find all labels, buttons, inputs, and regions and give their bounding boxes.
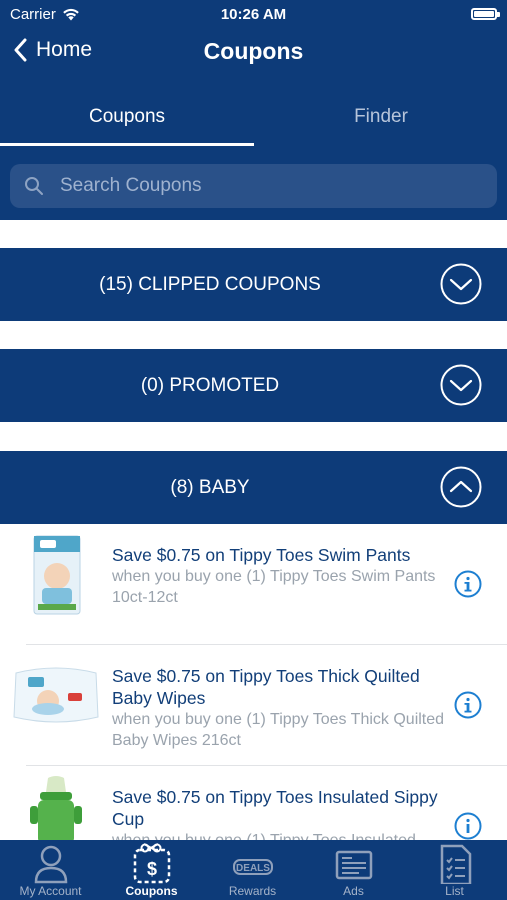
search-icon [22, 174, 46, 198]
active-tab-indicator [0, 143, 254, 146]
rewards-icon: DEALS [232, 859, 273, 875]
sippy-cup-product-image [30, 776, 82, 840]
svg-text:$: $ [146, 859, 156, 879]
tab-finder[interactable]: Finder [254, 80, 507, 154]
coupon-description: when you buy one (1) Tippy Toes Insulate… [112, 830, 452, 840]
tab-rewards-label: Rewards [228, 884, 277, 898]
coupon-title: Save $0.75 on Tippy Toes Thick Quilted B… [112, 666, 420, 708]
section-clipped-coupons-label: (15) CLIPPED COUPONS [99, 273, 321, 295]
info-icon[interactable] [454, 691, 482, 719]
ads-icon [335, 850, 372, 880]
info-icon[interactable] [454, 570, 482, 598]
chevron-up-icon [440, 466, 482, 508]
coupon-item[interactable]: Save $0.75 on Tippy Toes Swim Pants when… [0, 524, 507, 644]
account-icon [34, 845, 67, 884]
coupon-title: Save $0.75 on Tippy Toes Insulated Sippy… [112, 787, 438, 829]
tab-coupons-bottom-label: Coupons [125, 884, 178, 898]
scissors-coupon-icon: $ [133, 843, 170, 884]
search-input[interactable] [58, 174, 482, 198]
rewards-icon-text: DEALS [236, 863, 270, 874]
search-field[interactable] [10, 164, 497, 208]
tab-list-label: List [445, 884, 464, 898]
status-time: 10:26 AM [220, 6, 287, 23]
swim-pants-product-image [33, 535, 81, 615]
baby-wipes-product-image [13, 667, 99, 723]
tab-coupons-bottom[interactable]: $ Coupons [101, 840, 202, 900]
info-icon[interactable] [454, 812, 482, 840]
section-promoted-label: (0) PROMOTED [140, 374, 280, 396]
section-baby-label: (8) BABY [170, 476, 250, 498]
tab-finder-label: Finder [354, 106, 408, 127]
status-bar: Carrier 10:26 AM [0, 0, 507, 28]
tab-rewards[interactable]: DEALS Rewards [202, 840, 303, 900]
coupon-item[interactable]: Save $0.75 on Tippy Toes Insulated Sippy… [0, 766, 507, 840]
search-bar-container [0, 154, 507, 220]
tab-ads-label: Ads [343, 884, 364, 898]
coupon-item[interactable]: Save $0.75 on Tippy Toes Thick Quilted B… [0, 645, 507, 765]
segment-tabs: Coupons Finder [0, 80, 507, 154]
chevron-left-icon [14, 38, 27, 62]
bottom-tab-bar: My Account $ Coupons DEALS Rewards Ads L… [0, 840, 507, 900]
section-clipped-coupons[interactable]: (15) CLIPPED COUPONS [0, 248, 507, 321]
chevron-down-icon [440, 263, 482, 305]
coupon-title: Save $0.75 on Tippy Toes Swim Pants [112, 545, 411, 565]
section-promoted[interactable]: (0) PROMOTED [0, 349, 507, 422]
tab-my-account-label: My Account [19, 884, 82, 898]
tab-coupons-label: Coupons [88, 106, 166, 127]
section-baby[interactable]: (8) BABY [0, 451, 507, 524]
battery-icon [471, 8, 500, 20]
back-button[interactable]: Home [14, 38, 92, 62]
navigation-bar: Home Coupons [0, 28, 507, 80]
tab-my-account[interactable]: My Account [0, 840, 101, 900]
coupon-description: when you buy one (1) Tippy Toes Swim Pan… [112, 568, 436, 606]
coupon-description: when you buy one (1) Tippy Toes Thick Qu… [112, 711, 445, 749]
tab-coupons[interactable]: Coupons [0, 80, 254, 154]
tab-list[interactable]: List [404, 840, 505, 900]
tab-ads[interactable]: Ads [303, 840, 404, 900]
list-icon [440, 844, 471, 884]
back-label: Home [36, 38, 93, 61]
chevron-down-icon [440, 364, 482, 406]
